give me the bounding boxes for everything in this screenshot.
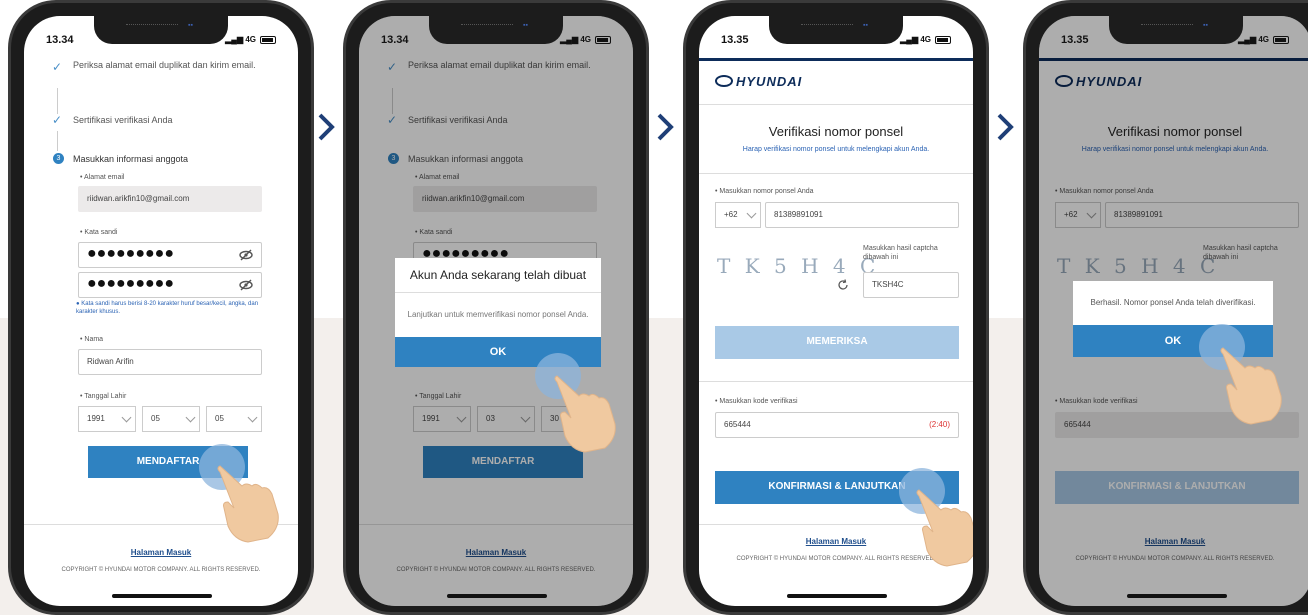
step-verification: Sertifikasi verifikasi Anda [73,115,173,125]
dob-year-select[interactable]: 1991 [78,406,136,432]
check-icon: ✓ [52,60,63,74]
phone-frame-2: ▪▪ 13.34 ▂▄▆ 4G ✓ Periksa alamat email d… [343,0,649,615]
step-member-info: Masukkan informasi anggota [73,154,189,164]
account-created-dialog: Akun Anda sekarang telah dibuat Lanjutka… [395,258,601,367]
notch: ▪▪ [429,16,563,44]
country-code-select[interactable]: +62 [715,202,761,228]
page-subtitle: Harap verifikasi nomor ponsel untuk mele… [742,146,930,153]
phone-number-input[interactable]: 81389891091 [765,202,959,228]
countdown-timer: (2:40) [929,420,950,429]
verification-code-input[interactable]: 665444 (2:40) [715,412,959,438]
step-number-badge: 3 [53,153,64,164]
hand-pointer-icon [217,465,279,543]
next-arrow-icon [657,113,674,141]
battery-icon [260,36,276,44]
notch: ▪▪ [1109,16,1243,44]
notch: ▪▪ [769,16,903,44]
dialog-message: Berhasil. Nomor ponsel Anda telah diveri… [1090,298,1256,307]
next-arrow-icon [318,113,335,141]
hand-pointer-icon [916,489,973,567]
home-indicator [787,594,887,598]
captcha-input[interactable]: TKSH4C [863,272,959,298]
signal-indicator: ▂▄▆ 4G [1238,35,1269,44]
battery-icon [1273,36,1289,44]
battery-icon [595,36,611,44]
password-field[interactable]: ●●●●●●●●● [78,242,262,268]
home-indicator [447,594,547,598]
login-page-link[interactable]: Halaman Masuk [24,548,298,557]
phone-frame-4: ▪▪ 13.35 ▂▄▆ 4G HYUNDAI Verifikasi nomor… [1023,0,1308,615]
name-label: • Nama [80,336,104,343]
dialog-message: Lanjutkan untuk memverifikasi nomor pons… [407,310,589,319]
dialog-title: Akun Anda sekarang telah dibuat [395,258,601,293]
screen-register: ▪▪ 13.34 ▂▄▆ 4G ✓ Periksa alamat email d… [24,16,298,606]
confirm-password-field[interactable]: ●●●●●●●●● [78,272,262,298]
status-time: 13.35 [721,34,749,46]
screen-account-created: ▪▪ 13.34 ▂▄▆ 4G ✓ Periksa alamat email d… [359,16,633,606]
page-title: Verifikasi nomor ponsel [768,124,904,139]
status-time: 13.34 [46,34,74,46]
password-label: • Kata sandi [80,229,118,236]
screen-verification-success: ▪▪ 13.35 ▂▄▆ 4G HYUNDAI Verifikasi nomor… [1039,16,1308,606]
dob-label: • Tanggal Lahir [80,393,127,400]
battery-icon [935,36,951,44]
hand-pointer-icon [554,375,616,453]
eye-off-icon[interactable] [239,278,253,292]
signal-indicator: ▂▄▆ 4G [225,35,256,44]
hand-pointer-icon [1220,347,1282,425]
step-email-check: Periksa alamat email duplikat dan kirim … [73,60,256,70]
check-button[interactable]: MEMERIKSA [715,326,959,359]
brand-bar [699,58,973,61]
phone-frame-1: ▪▪ 13.34 ▂▄▆ 4G ✓ Periksa alamat email d… [8,0,314,615]
next-arrow-icon [997,113,1014,141]
phone-label: • Masukkan nomor ponsel Anda [715,188,814,195]
email-field[interactable]: riidwan.arikfin10@gmail.com [78,186,262,212]
notch: ▪▪ [94,16,228,44]
captcha-label: Masukkan hasil captcha dibawah ini [863,245,938,261]
captcha-image: T K 5 H 4 C [717,254,880,278]
password-hint: ● Kata sandi harus berisi 8-20 karakter … [76,301,259,315]
eye-off-icon[interactable] [239,248,253,262]
check-icon: ✓ [52,113,63,127]
screen-phone-verification: ▪▪ 13.35 ▂▄▆ 4G HYUNDAI Verifikasi nomor… [699,16,973,606]
name-field[interactable]: Ridwan Arifin [78,349,262,375]
home-indicator [112,594,212,598]
dob-month-select[interactable]: 05 [142,406,200,432]
phone-frame-3: ▪▪ 13.35 ▂▄▆ 4G HYUNDAI Verifikasi nomor… [683,0,989,615]
status-time: 13.34 [381,34,409,46]
status-time: 13.35 [1061,34,1089,46]
hyundai-logo-icon [715,75,733,87]
code-label: • Masukkan kode verifikasi [715,398,798,405]
signal-indicator: ▂▄▆ 4G [900,35,931,44]
email-label: • Alamat email [80,174,125,181]
dob-day-select[interactable]: 05 [206,406,262,432]
hyundai-logo[interactable]: HYUNDAI [715,74,802,89]
signal-indicator: ▂▄▆ 4G [560,35,591,44]
refresh-icon[interactable] [837,279,849,291]
home-indicator [1127,594,1227,598]
copyright-text: COPYRIGHT © HYUNDAI MOTOR COMPANY. ALL R… [61,567,261,573]
